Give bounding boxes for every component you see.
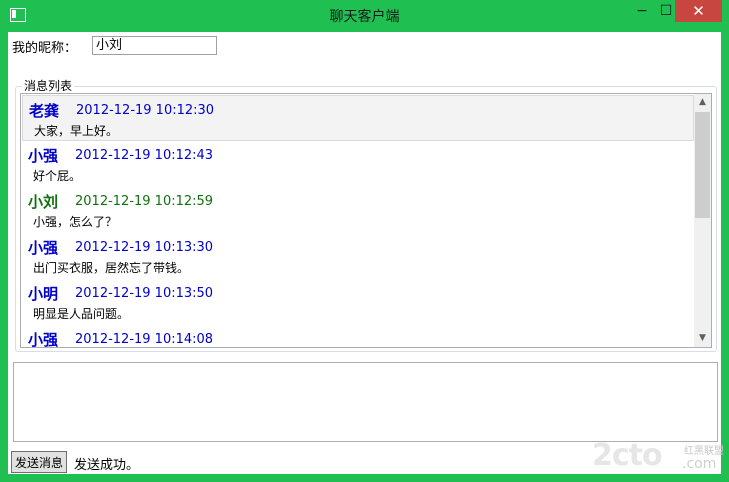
message-compose-input[interactable] bbox=[13, 362, 718, 442]
message-item[interactable]: 小强 2012-12-19 10:12:43 好个屁。 bbox=[22, 141, 694, 187]
message-sender: 老龚 bbox=[29, 102, 60, 120]
watermark-main-text: 2cto bbox=[592, 438, 663, 473]
message-time: 2012-12-19 10:13:30 bbox=[75, 240, 214, 255]
message-text: 大家，早上好。 bbox=[34, 124, 119, 138]
nickname-input[interactable]: 小刘 bbox=[92, 36, 217, 55]
nickname-label: 我的昵称： bbox=[12, 41, 78, 56]
message-sender: 小强 bbox=[28, 239, 59, 257]
message-time: 2012-12-19 10:12:30 bbox=[76, 103, 215, 118]
message-item[interactable]: 小强 2012-12-19 10:13:30 出门买衣服，居然忘了带钱。 bbox=[22, 233, 694, 279]
message-time: 2012-12-19 10:14:08 bbox=[75, 332, 214, 347]
message-time: 2012-12-19 10:12:43 bbox=[75, 148, 214, 163]
message-text: 出门买衣服，居然忘了带钱。 bbox=[33, 261, 190, 275]
watermark-domain-text: .com bbox=[682, 456, 717, 472]
message-sender: 小刘 bbox=[28, 193, 59, 211]
message-time: 2012-12-19 10:12:59 bbox=[75, 194, 214, 209]
message-text: 好个屁。 bbox=[33, 169, 82, 183]
scroll-thumb[interactable] bbox=[695, 112, 710, 218]
message-text: 明显是人品问题。 bbox=[33, 307, 130, 321]
message-item[interactable]: 老龚 2012-12-19 10:12:30 大家，早上好。 bbox=[22, 95, 694, 141]
message-sender: 小强 bbox=[28, 331, 59, 348]
message-item[interactable]: 小明 2012-12-19 10:13:50 明显是人品问题。 bbox=[22, 279, 694, 325]
window-title: 聊天客户端 bbox=[329, 9, 400, 25]
message-list[interactable]: 老龚 2012-12-19 10:12:30 大家，早上好。 小强 2012-1… bbox=[20, 93, 712, 348]
client-area: 我的昵称： 小刘 消息列表 老龚 2012-12-19 10:12:30 大家，… bbox=[8, 32, 721, 474]
title-bar[interactable]: 聊天客户端 − ☐ ✕ bbox=[0, 0, 729, 32]
message-item[interactable]: 小刘 2012-12-19 10:12:59 小强，怎么了？ bbox=[22, 187, 694, 233]
message-sender: 小强 bbox=[28, 147, 59, 165]
close-button[interactable]: ✕ bbox=[675, 0, 722, 22]
message-list-label: 消息列表 bbox=[22, 77, 75, 94]
watermark-sub-text: 红黑联盟 bbox=[684, 446, 724, 457]
message-item[interactable]: 小强 2012-12-19 10:14:08 bbox=[22, 325, 694, 348]
message-time: 2012-12-19 10:13:50 bbox=[75, 286, 214, 301]
scroll-down-arrow-icon[interactable]: ▼ bbox=[694, 330, 711, 347]
message-sender: 小明 bbox=[28, 285, 59, 303]
watermark-logo: 2cto 红黑联盟 .com bbox=[592, 438, 729, 478]
message-text: 小强，怎么了？ bbox=[33, 215, 118, 229]
scroll-up-arrow-icon[interactable]: ▲ bbox=[694, 94, 711, 111]
send-message-button[interactable]: 发送消息 bbox=[11, 451, 67, 473]
message-list-scrollbar[interactable]: ▲ ▼ bbox=[694, 94, 711, 347]
status-text: 发送成功。 bbox=[74, 458, 140, 473]
